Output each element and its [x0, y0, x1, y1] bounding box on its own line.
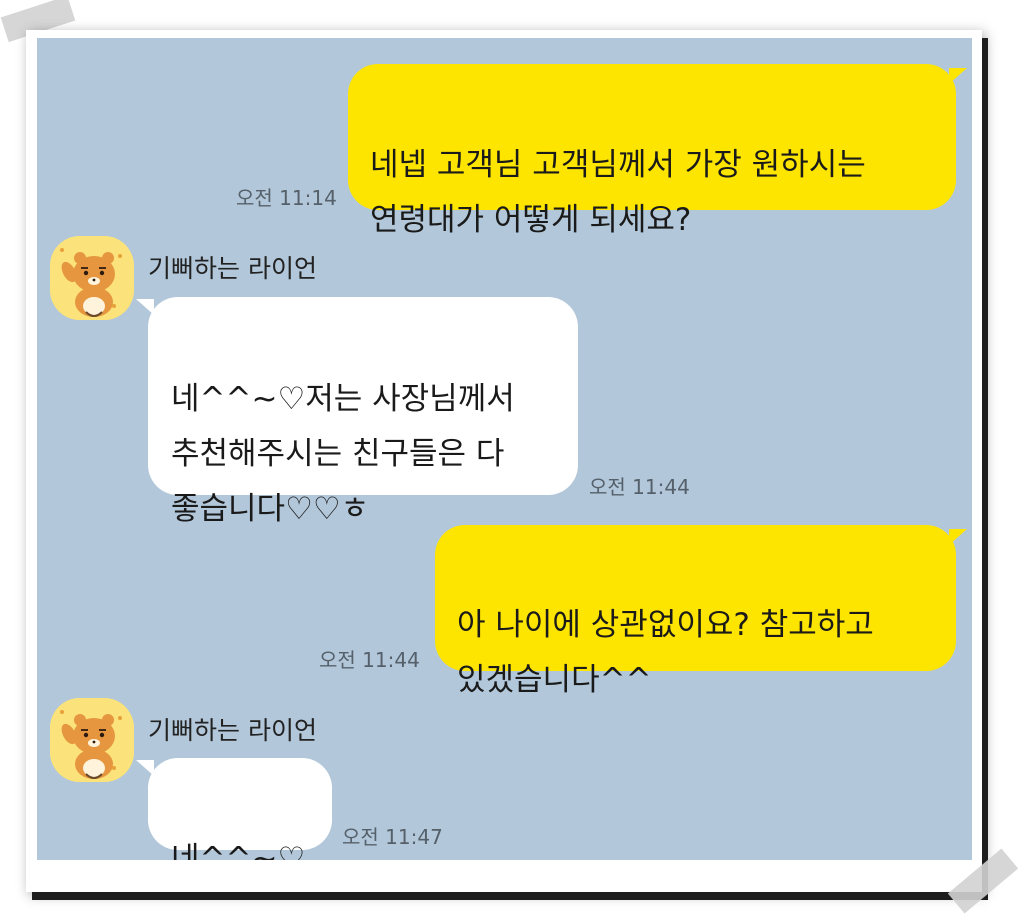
- bubble-tail: [949, 529, 967, 545]
- their-message-bubble[interactable]: 네^^~♡저는 사장님께서 추천해주시는 친구들은 다 좋습니다♡♡ㅎ: [148, 297, 578, 527]
- message-text: 네^^~♡저는 사장님께서 추천해주시는 친구들은 다 좋습니다♡♡ㅎ: [171, 381, 515, 527]
- my-message-bubble[interactable]: 아 나이에 상관없이요? 참고하고 있겠습니다^^: [435, 525, 956, 698]
- their-message-bubble[interactable]: 네^^~♡: [148, 758, 332, 860]
- bubble-tail: [136, 760, 154, 776]
- message-text: 아 나이에 상관없이요? 참고하고 있겠습니다^^: [457, 607, 874, 698]
- ryan-character-icon: [50, 236, 134, 320]
- message-time: 오전 11:44: [319, 648, 420, 672]
- message-text: 네^^~♡: [171, 841, 306, 860]
- sender-avatar[interactable]: [50, 236, 134, 320]
- message-time: 오전 11:47: [342, 825, 443, 849]
- my-message-bubble[interactable]: 네넵 고객님 고객님께서 가장 원하시는 연령대가 어떻게 되세요?: [348, 64, 956, 238]
- sender-avatar[interactable]: [50, 698, 134, 782]
- chat-window[interactable]: 네넵 고객님 고객님께서 가장 원하시는 연령대가 어떻게 되세요? 오전 11…: [37, 38, 972, 860]
- bubble-tail: [136, 299, 154, 315]
- ryan-character-icon: [50, 698, 134, 782]
- sender-name: 기뻐하는 라이언: [148, 716, 317, 745]
- message-time: 오전 11:14: [236, 186, 337, 210]
- message-time: 오전 11:44: [589, 475, 690, 499]
- message-text: 네넵 고객님 고객님께서 가장 원하시는 연령대가 어떻게 되세요?: [370, 147, 866, 238]
- bubble-tail: [949, 68, 967, 84]
- sender-name: 기뻐하는 라이언: [148, 254, 317, 283]
